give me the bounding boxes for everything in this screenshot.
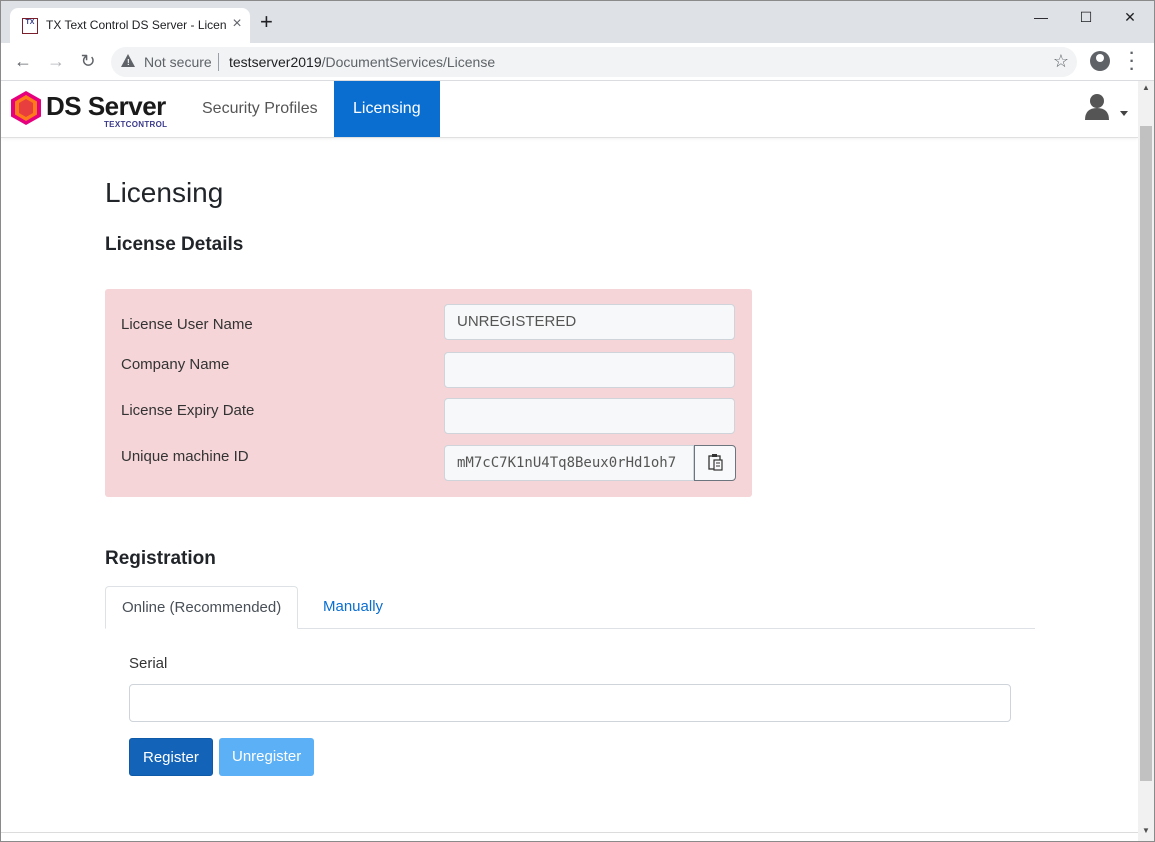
scroll-thumb[interactable] — [1140, 126, 1152, 781]
registration-tabs: Online (Recommended) Manually — [105, 586, 1035, 629]
divider — [218, 53, 219, 71]
license-details-panel: License User Name UNREGISTERED Company N… — [105, 289, 752, 497]
bottom-divider — [1, 832, 1138, 833]
chevron-down-icon[interactable] — [1120, 111, 1128, 116]
back-icon[interactable]: ← — [11, 49, 35, 73]
license-expiry-date-field[interactable] — [444, 398, 735, 434]
address-bar[interactable]: ! Not secure testserver2019/DocumentServ… — [111, 47, 1077, 77]
page-title: Licensing — [105, 177, 224, 208]
company-name-label: Company Name — [121, 356, 230, 373]
tx-favicon-icon: TX — [22, 18, 38, 34]
user-icon[interactable] — [1084, 93, 1110, 121]
url-text[interactable]: testserver2019/DocumentServices/License — [229, 54, 495, 70]
window-close-icon[interactable]: ✕ — [1110, 5, 1150, 29]
new-tab-icon[interactable]: + — [260, 11, 273, 33]
license-expiry-date-label: License Expiry Date — [121, 402, 255, 419]
app-navbar: DS Server TEXTCONTROL Security Profiles … — [1, 81, 1138, 138]
tab-title: TX Text Control DS Server - License — [46, 18, 226, 32]
bookmark-star-icon[interactable]: ☆ — [1053, 51, 1069, 72]
logo-title[interactable]: DS Server — [46, 91, 166, 122]
nav-security-profiles[interactable]: Security Profiles — [183, 81, 337, 137]
url-host: testserver2019 — [229, 54, 322, 70]
browser-window: TX TX Text Control DS Server - License ×… — [0, 0, 1155, 842]
clipboard-icon — [708, 454, 723, 471]
serial-label: Serial — [129, 655, 168, 672]
logo-subtitle: TEXTCONTROL — [104, 120, 168, 129]
scroll-down-icon[interactable]: ▼ — [1142, 826, 1150, 835]
copy-machine-id-button[interactable] — [694, 445, 736, 481]
license-details-heading: License Details — [105, 234, 244, 255]
tab-strip: TX TX Text Control DS Server - License ×… — [1, 1, 1154, 43]
machine-id-label: Unique machine ID — [121, 448, 249, 465]
tab-close-icon[interactable]: × — [228, 15, 246, 33]
registration-heading: Registration — [105, 548, 216, 569]
page-content: DS Server TEXTCONTROL Security Profiles … — [1, 81, 1138, 833]
machine-id-field[interactable]: mM7cC7K1nU4Tq8Beux0rHd1oh7 — [444, 445, 694, 481]
license-user-name-label: License User Name — [121, 316, 253, 333]
maximize-icon[interactable]: ☐ — [1066, 5, 1106, 29]
register-button[interactable]: Register — [129, 738, 213, 776]
serial-input[interactable] — [129, 684, 1011, 722]
security-label[interactable]: Not secure — [144, 54, 212, 70]
browser-tab[interactable]: TX TX Text Control DS Server - License × — [10, 8, 250, 43]
minimize-icon[interactable]: — — [1021, 5, 1061, 29]
url-path: /DocumentServices/License — [321, 54, 496, 70]
tab-online[interactable]: Online (Recommended) — [105, 586, 299, 629]
tab-manually[interactable]: Manually — [307, 586, 399, 628]
vertical-scrollbar[interactable]: ▲ ▼ — [1138, 81, 1154, 841]
license-user-name-field[interactable]: UNREGISTERED — [444, 304, 735, 340]
unregister-button[interactable]: Unregister — [219, 738, 315, 776]
ds-server-logo-icon[interactable] — [10, 90, 42, 126]
browser-profile-icon[interactable] — [1090, 51, 1110, 71]
nav-licensing[interactable]: Licensing — [334, 81, 440, 137]
browser-toolbar: ← → ↻ ! Not secure testserver2019/Docume… — [1, 43, 1154, 81]
forward-icon[interactable]: → — [44, 49, 68, 73]
scroll-up-icon[interactable]: ▲ — [1142, 83, 1150, 92]
company-name-field[interactable] — [444, 352, 735, 388]
reload-icon[interactable]: ↻ — [76, 49, 100, 73]
browser-menu-icon[interactable]: · · · — [1127, 46, 1137, 78]
